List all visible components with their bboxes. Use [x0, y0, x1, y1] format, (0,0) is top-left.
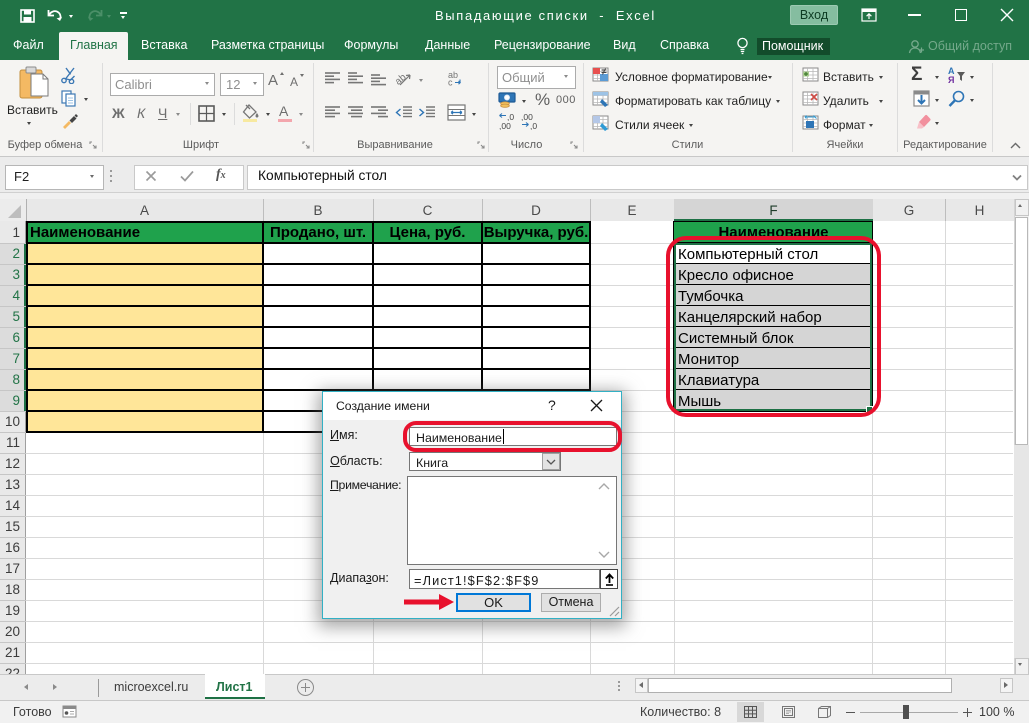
svg-text:ab: ab	[396, 72, 409, 88]
svg-text:c: c	[448, 78, 453, 87]
svg-text:,0: ,0	[530, 121, 537, 130]
svg-text:,00: ,00	[499, 121, 511, 130]
svg-text:Я: Я	[948, 75, 954, 84]
